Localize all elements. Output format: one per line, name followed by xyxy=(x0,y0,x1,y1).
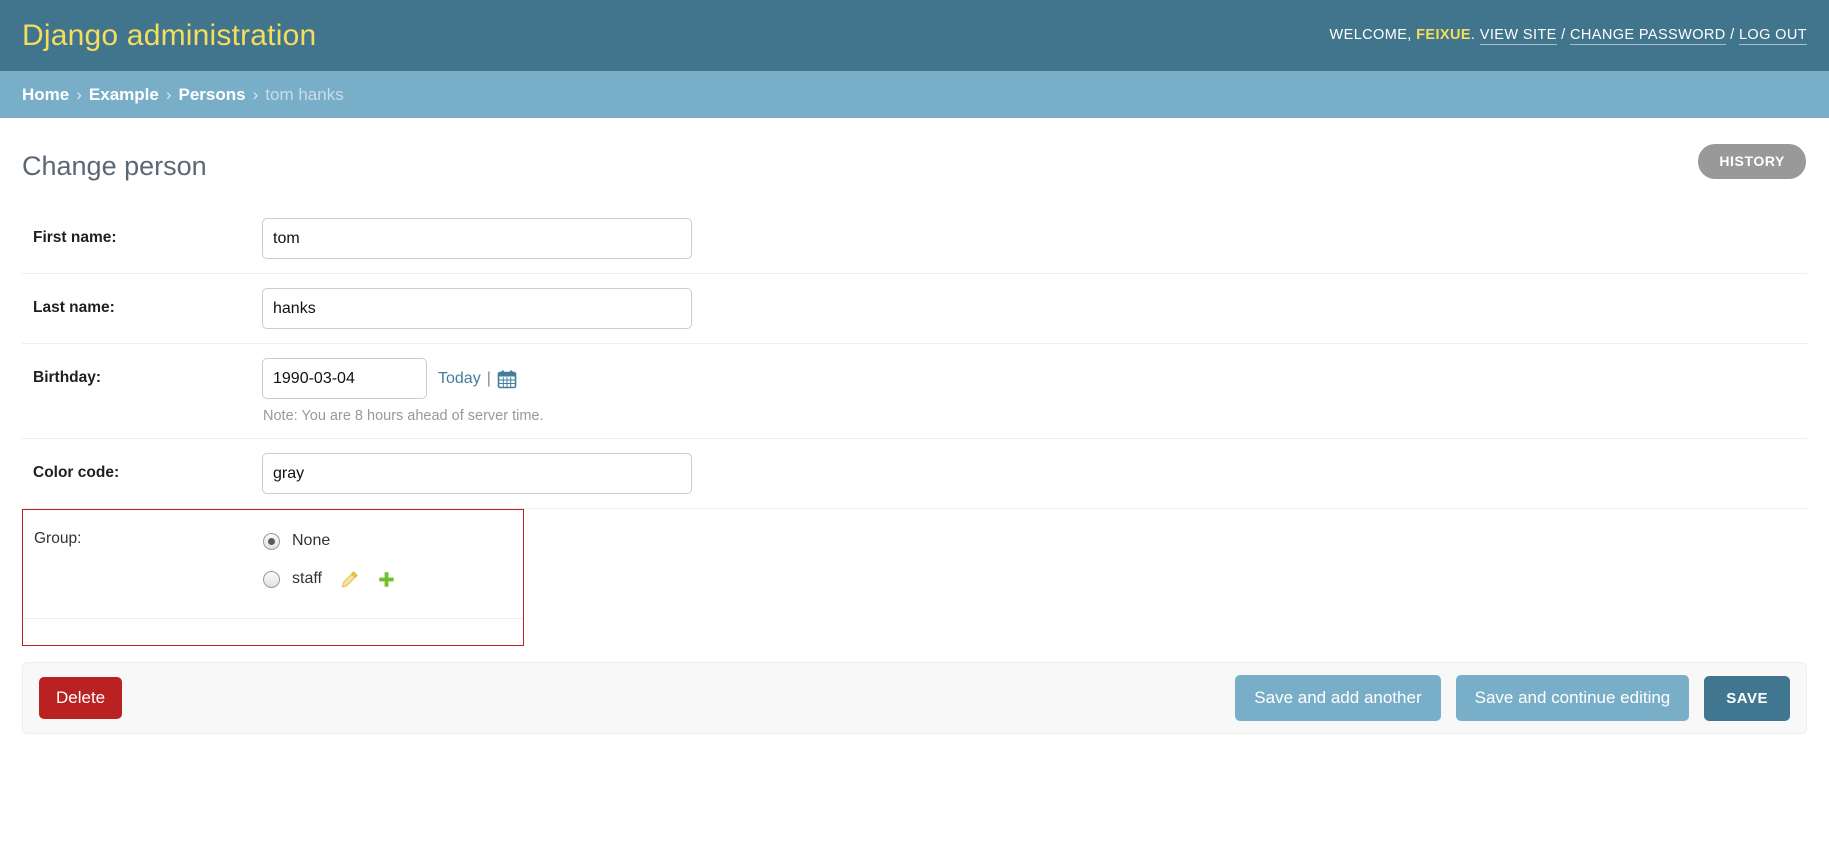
birthday-field-area: Today | xyxy=(262,358,1807,424)
view-site-link[interactable]: VIEW SITE xyxy=(1479,26,1557,45)
user-tools: WELCOME, FEIXUE. VIEW SITE / CHANGE PASS… xyxy=(1329,26,1807,45)
submit-row: Delete Save and add another Save and con… xyxy=(22,662,1807,734)
last-name-label: Last name: xyxy=(33,299,115,316)
group-option-label: staff xyxy=(292,570,322,587)
birthday-date-line: Today | xyxy=(262,358,1807,399)
delete-button[interactable]: Delete xyxy=(39,677,123,719)
breadcrumb-item-current: tom hanks xyxy=(265,84,344,104)
group-option-label: None xyxy=(292,532,331,549)
group-label: Group: xyxy=(34,530,82,547)
change-password-link[interactable]: CHANGE PASSWORD xyxy=(1570,26,1726,45)
history-button[interactable]: HISTORY xyxy=(1698,144,1806,179)
main-content: Change person HISTORY First name: Last n… xyxy=(0,118,1829,734)
form-row-color-code: Color code: xyxy=(22,439,1807,509)
save-and-continue-button[interactable]: Save and continue editing xyxy=(1455,675,1690,721)
user-tools-separator-1: / xyxy=(1561,26,1566,43)
radio-none[interactable] xyxy=(263,532,280,550)
group-radio-list: None staff xyxy=(263,522,523,598)
form-row-last-name: Last name: xyxy=(22,274,1807,344)
form-row-birthday: Birthday: Today | xyxy=(22,344,1807,439)
radio-staff[interactable] xyxy=(263,570,280,588)
birthday-label: Birthday: xyxy=(33,369,102,386)
group-field-area: None staff xyxy=(263,522,523,598)
color-code-label: Color code: xyxy=(33,464,120,481)
change-person-form: First name: Last name: Birthday: xyxy=(22,204,1807,734)
breadcrumb-item-home[interactable]: Home xyxy=(22,85,69,105)
welcome-label: WELCOME, xyxy=(1329,26,1412,43)
form-row-group: Group: None staff xyxy=(22,509,524,646)
site-header: Django administration WELCOME, FEIXUE. V… xyxy=(0,0,1829,71)
first-name-input[interactable] xyxy=(262,218,692,259)
group-field-divider xyxy=(23,618,523,645)
welcome-period: . xyxy=(1470,26,1476,43)
branding: Django administration xyxy=(22,18,317,52)
color-code-field-area xyxy=(262,453,1807,494)
breadcrumb-separator-icon: › xyxy=(252,84,259,104)
plus-icon[interactable] xyxy=(377,570,396,589)
group-field-inner: Group: None staff xyxy=(23,510,523,618)
breadcrumb-item-persons[interactable]: Persons xyxy=(179,85,246,105)
breadcrumb: Home › Example › Persons › tom hanks xyxy=(0,71,1829,118)
breadcrumb-item-example[interactable]: Example xyxy=(89,85,159,105)
pencil-icon[interactable] xyxy=(340,570,359,589)
log-out-link[interactable]: LOG OUT xyxy=(1738,26,1807,45)
shortcut-separator: | xyxy=(486,369,491,387)
page-title: Change person xyxy=(22,151,207,181)
user-tools-separator-2: / xyxy=(1730,26,1735,43)
breadcrumb-separator-icon: › xyxy=(165,84,172,104)
last-name-field-area xyxy=(262,288,1807,329)
form-module: First name: Last name: Birthday: xyxy=(22,204,1807,646)
date-shortcuts: Today | xyxy=(438,369,517,389)
save-button[interactable]: SAVE xyxy=(1704,675,1790,721)
color-code-input[interactable] xyxy=(262,453,692,494)
username-label: FEIXUE xyxy=(1416,26,1471,43)
save-and-add-another-button[interactable]: Save and add another xyxy=(1235,675,1441,721)
last-name-input[interactable] xyxy=(262,288,692,329)
birthday-timezone-note: Note: You are 8 hours ahead of server ti… xyxy=(263,408,544,424)
first-name-field-area xyxy=(262,218,1807,259)
content-header: Change person HISTORY xyxy=(22,118,1807,204)
today-link[interactable]: Today xyxy=(438,370,481,388)
group-option-staff[interactable]: staff xyxy=(263,560,523,598)
birthday-input[interactable] xyxy=(262,358,427,399)
calendar-icon[interactable] xyxy=(497,369,517,389)
group-option-none[interactable]: None xyxy=(263,522,523,560)
breadcrumb-separator-icon: › xyxy=(76,84,82,104)
submit-row-actions: Save and add another Save and continue e… xyxy=(1235,675,1790,721)
site-title: Django administration xyxy=(22,18,317,52)
object-tools: HISTORY xyxy=(1698,144,1806,179)
form-row-first-name: First name: xyxy=(22,204,1807,274)
first-name-label: First name: xyxy=(33,229,117,246)
